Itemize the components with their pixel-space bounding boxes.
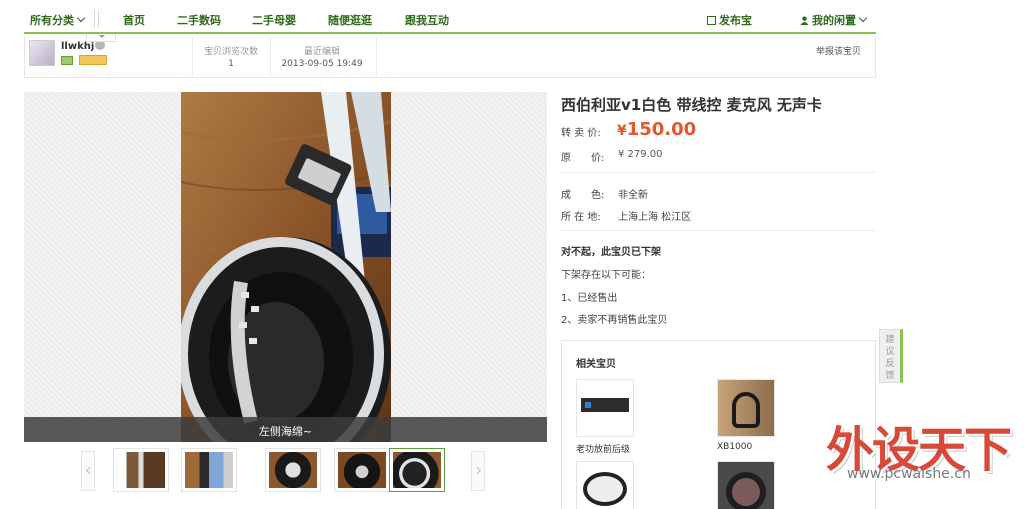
location-value: 上海上海 松江区 bbox=[618, 212, 692, 223]
feedback-label: 建议反馈 bbox=[885, 335, 895, 381]
headphone-photo-illustration bbox=[181, 92, 391, 442]
price-value: 150.00 bbox=[626, 119, 697, 140]
condition-value: 非全新 bbox=[618, 190, 648, 201]
divider bbox=[561, 230, 876, 231]
thumbnail-1-image bbox=[117, 452, 165, 488]
amplifier-knob bbox=[585, 402, 591, 408]
thumbnail-5-image bbox=[393, 452, 441, 488]
publish-label: 发布宝 bbox=[719, 14, 752, 27]
price: ¥150.00 bbox=[617, 119, 696, 140]
photo-caption: 左侧海绵~ bbox=[258, 425, 313, 438]
views-value: 1 bbox=[228, 59, 234, 69]
thumb-next-button[interactable] bbox=[471, 451, 485, 491]
publish-button[interactable]: 发布宝 bbox=[707, 12, 752, 28]
related-item-1-image[interactable] bbox=[576, 379, 634, 437]
condition-label: 成 色: bbox=[561, 190, 605, 201]
feedback-tab[interactable]: 建议反馈 bbox=[879, 329, 903, 383]
photo-caption-bar: 左侧海绵~ bbox=[24, 417, 547, 442]
avatar[interactable] bbox=[29, 40, 55, 66]
edited-label: 最近编辑 bbox=[303, 47, 340, 57]
location-label: 所 在 地: bbox=[561, 212, 601, 223]
report-item-link[interactable]: 举报该宝贝 bbox=[816, 44, 861, 57]
nav-mother-baby[interactable]: 二手母婴 bbox=[252, 12, 296, 28]
headphone-graphic bbox=[732, 392, 760, 428]
delisted-reason-2: 2、卖家不再销售此宝贝 bbox=[561, 315, 668, 326]
chevron-down-icon bbox=[858, 13, 868, 23]
thumbnail-3[interactable] bbox=[265, 448, 321, 492]
related-item-1-name[interactable]: 老功放前后级 bbox=[576, 442, 630, 455]
main-photo[interactable] bbox=[181, 92, 391, 442]
headphone-graphic bbox=[726, 472, 766, 509]
edit-icon bbox=[707, 16, 716, 25]
seller-bar: llwkhj 宝贝浏览次数 1 最近编辑 2013-09-05 19:49 举报… bbox=[24, 36, 876, 78]
related-item-2-name[interactable]: XB1000 bbox=[717, 442, 752, 452]
edited-value: 2013-09-05 19:49 bbox=[281, 59, 363, 69]
top-nav: 所有分类 首页 二手数码 二手母婴 随便逛逛 跟我互动 发布宝 我的闲置 bbox=[24, 4, 876, 34]
nav-interact[interactable]: 跟我互动 bbox=[405, 12, 449, 28]
divider bbox=[561, 172, 876, 173]
stat-divider bbox=[192, 36, 193, 78]
my-idle-menu[interactable]: 我的闲置 bbox=[800, 12, 868, 28]
watermark-url: www.pcwaishe.cn bbox=[847, 466, 971, 482]
photo-gallery: 左侧海绵~ bbox=[24, 92, 547, 442]
stat-divider bbox=[376, 36, 377, 78]
views-label: 宝贝浏览次数 bbox=[203, 47, 258, 57]
nav-digital[interactable]: 二手数码 bbox=[177, 12, 221, 28]
user-icon bbox=[800, 16, 809, 25]
thumbnail-4[interactable] bbox=[334, 448, 390, 492]
price-label: 转 卖 价: bbox=[561, 128, 601, 139]
verified-badge-icon bbox=[61, 56, 73, 65]
avatar-dropdown-caret[interactable] bbox=[86, 34, 116, 42]
chevron-right-icon bbox=[473, 466, 482, 475]
my-idle-label: 我的闲置 bbox=[812, 14, 856, 27]
original-price-value: ¥ 279.00 bbox=[618, 149, 663, 160]
thumb-prev-button[interactable] bbox=[81, 451, 95, 491]
nav-all-categories-label: 所有分类 bbox=[30, 14, 74, 27]
nav-divider bbox=[94, 10, 95, 28]
delisted-reason-1: 1、已经售出 bbox=[561, 293, 618, 304]
nav-home[interactable]: 首页 bbox=[123, 12, 145, 28]
related-item-2-image[interactable] bbox=[717, 379, 775, 437]
nav-all-categories[interactable]: 所有分类 bbox=[30, 12, 86, 28]
thumbnail-3-image bbox=[269, 452, 317, 488]
thumbnail-2-image bbox=[185, 452, 233, 488]
related-items-title: 相关宝贝 bbox=[576, 359, 616, 370]
nav-divider bbox=[98, 10, 99, 28]
thumbnail-4-image bbox=[338, 452, 386, 488]
credit-badge-icon bbox=[79, 55, 107, 65]
original-price-label: 原 价: bbox=[561, 153, 605, 164]
nav-browse[interactable]: 随便逛逛 bbox=[328, 12, 372, 28]
thumbnail-2[interactable] bbox=[181, 448, 237, 492]
product-title: 西伯利亚v1白色 带线控 麦克风 无声卡 bbox=[561, 96, 822, 114]
thumbnail-strip bbox=[24, 446, 547, 498]
chevron-left-icon bbox=[85, 466, 94, 475]
related-item-3-image[interactable] bbox=[576, 461, 634, 509]
currency-symbol: ¥ bbox=[617, 123, 627, 139]
item-page: 所有分类 首页 二手数码 二手母婴 随便逛逛 跟我互动 发布宝 我的闲置 贝 l… bbox=[0, 0, 1024, 509]
thumbnail-5-selected[interactable] bbox=[389, 448, 445, 492]
delisted-reasons-intro: 下架存在以下可能： bbox=[561, 270, 651, 281]
related-item-4-image[interactable] bbox=[717, 461, 775, 509]
thumbnail-1[interactable] bbox=[113, 448, 169, 492]
seller-name[interactable]: llwkhj bbox=[61, 41, 94, 52]
stat-divider bbox=[270, 36, 271, 78]
chevron-down-icon bbox=[76, 13, 86, 23]
headphone-graphic bbox=[583, 472, 627, 506]
delisted-notice-title: 对不起，此宝贝已下架 bbox=[561, 247, 661, 258]
